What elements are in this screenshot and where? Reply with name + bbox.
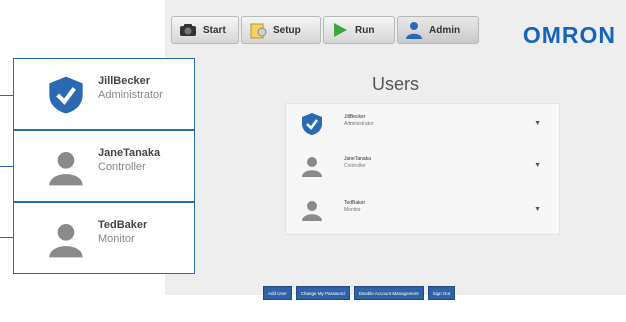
omron-logo: OMRON xyxy=(522,22,616,48)
change-password-button[interactable]: Change My Password xyxy=(295,286,350,300)
camera-icon xyxy=(180,24,196,36)
top-nav: Start Setup Run Admin OMRON xyxy=(165,12,626,48)
users-list: JillBecker Administrator ▼ JaneTanaka Co… xyxy=(285,103,560,235)
user-role: Controller xyxy=(344,163,366,169)
callout-user-name: TedBaker xyxy=(98,219,148,231)
page-title: Users xyxy=(371,74,419,94)
sign-out-button[interactable]: Sign Out xyxy=(427,286,456,300)
user-admin-icon xyxy=(406,22,422,39)
list-item[interactable]: TedBaker Monitor ▼ xyxy=(286,192,559,232)
user-name: JaneTanaka xyxy=(344,156,371,162)
setup-icon xyxy=(250,23,267,39)
user-role: Administrator xyxy=(344,121,374,127)
callout-user-name: JaneTanaka xyxy=(98,147,161,159)
action-buttons: Add User Change My Password Disable Acco… xyxy=(263,286,456,300)
tab-start[interactable]: Start xyxy=(171,16,239,44)
play-icon xyxy=(334,23,347,37)
shield-icon xyxy=(302,113,322,135)
callout-leader xyxy=(0,237,13,238)
tab-admin[interactable]: Admin xyxy=(397,16,479,44)
app-screen: Start Setup Run Admin OMRON Users JillBe… xyxy=(165,0,626,300)
callout-user-role: Administrator xyxy=(98,89,163,101)
disable-account-management-button[interactable]: Disable Account Management xyxy=(353,286,424,300)
list-item[interactable]: JaneTanaka Controller ▼ xyxy=(286,148,559,188)
user-name: JillBecker xyxy=(344,114,366,120)
callout-card-admin: JillBecker Administrator xyxy=(13,58,195,130)
user-avatar-icon xyxy=(302,201,322,221)
chevron-down-icon[interactable]: ▼ xyxy=(534,162,541,169)
chevron-down-icon[interactable]: ▼ xyxy=(534,206,541,213)
user-avatar-icon xyxy=(49,224,83,258)
user-name: TedBaker xyxy=(344,200,366,206)
user-avatar-icon xyxy=(302,157,322,177)
chevron-down-icon[interactable]: ▼ xyxy=(534,120,541,127)
callout-user-name: JillBecker xyxy=(98,75,150,87)
tab-setup[interactable]: Setup xyxy=(241,16,321,44)
callout-user-role: Controller xyxy=(98,161,146,173)
list-item[interactable]: JillBecker Administrator ▼ xyxy=(286,106,559,146)
add-user-button[interactable]: Add User xyxy=(263,286,292,300)
callout-user-role: Monitor xyxy=(98,233,135,245)
callout-card-monitor: TedBaker Monitor xyxy=(13,202,195,274)
user-avatar-icon xyxy=(49,152,83,186)
user-role: Monitor xyxy=(344,207,361,213)
callout-card-controller: JaneTanaka Controller xyxy=(13,130,195,202)
shield-icon xyxy=(49,76,83,114)
callout-leader xyxy=(0,95,13,96)
tab-run[interactable]: Run xyxy=(323,16,395,44)
callout-leader xyxy=(0,166,13,167)
